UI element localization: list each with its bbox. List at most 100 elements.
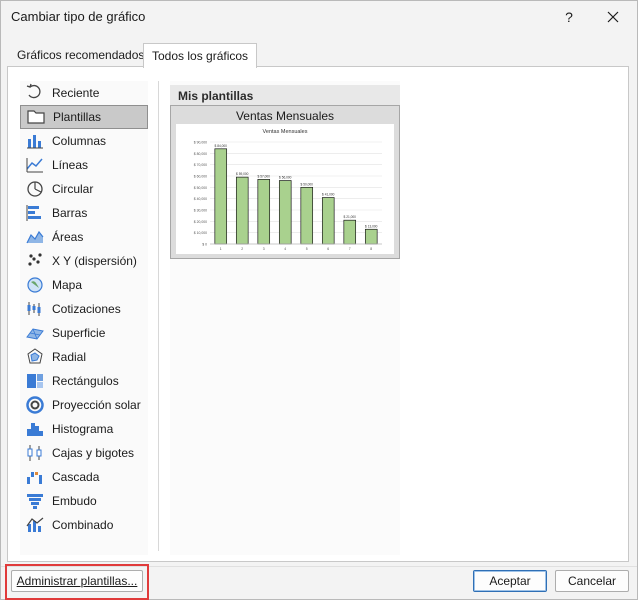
bar [343,219,357,245]
y-tick-label: $ 10,000 [194,231,207,235]
chart-type-label: Líneas [52,158,89,172]
x-tick-label: 7 [349,247,351,251]
chart-type-columnas[interactable]: Columnas [20,129,148,153]
chart-type-reciente[interactable]: Reciente [20,81,148,105]
funnel-chart-icon [24,491,46,511]
chart-type-cotizaciones[interactable]: Cotizaciones [20,297,148,321]
chart-type-label: Circular [52,182,94,196]
y-tick-label: $ 30,000 [194,209,207,213]
close-icon [607,11,619,23]
x-tick-label: 2 [241,247,243,251]
template-gallery: Mis plantillas Ventas Mensuales Ventas M… [170,81,400,555]
stock-chart-icon [24,299,46,319]
x-tick-label: 8 [370,247,372,251]
chart-type-proyeccion-solar[interactable]: Proyección solar [20,393,148,417]
y-tick-label: $ 60,000 [194,175,207,179]
tab-all-charts[interactable]: Todos los gráficos [143,43,258,68]
data-label: $ 84,000 [215,144,228,148]
chart-type-histograma[interactable]: Histograma [20,417,148,441]
tab-strip: Gráficos recomendados Todos los gráficos [7,43,629,68]
chart-type-label: Columnas [52,134,107,148]
recent-icon [24,83,46,103]
chart-type-plantillas[interactable]: Plantillas [20,105,148,129]
chart-type-label: Superficie [52,326,106,340]
data-label: $ 21,000 [344,215,357,219]
y-tick-label: $ 80,000 [194,152,207,156]
y-tick-label: $ 50,000 [194,186,207,190]
area-chart-icon [24,227,46,247]
chart-type-cascada[interactable]: Cascada [20,465,148,489]
chart-type-list: Reciente Plantillas Columnas Líneas Circular… [20,81,148,555]
chart-type-label: Cajas y bigotes [52,446,135,460]
chart-type-label: Áreas [52,230,84,244]
bar [278,180,292,245]
preview-chart-svg: Ventas Mensuales $ 0 $ 10,000 $ 20,000 $ 30… [194,129,382,251]
sunburst-chart-icon [24,395,46,415]
chart-type-barras[interactable]: Barras [20,201,148,225]
chart-type-label: Embudo [52,494,97,508]
chart-type-label: Cotizaciones [52,302,121,316]
combo-chart-icon [24,515,46,535]
chart-type-label: Histograma [52,422,114,436]
map-chart-icon [24,275,46,295]
bar [235,176,249,245]
dialog-title: Cambiar tipo de gráfico [11,9,146,24]
radar-chart-icon [24,347,46,367]
column-chart-icon [24,131,46,151]
chart-type-circular[interactable]: Circular [20,177,148,201]
y-tick-label: $ 70,000 [194,163,207,167]
bar [300,186,314,245]
histogram-chart-icon [24,419,46,439]
x-tick-label: 3 [263,247,265,251]
section-title-my-templates: Mis plantillas [170,85,400,107]
chart-type-lineas[interactable]: Líneas [20,153,148,177]
treemap-chart-icon [24,371,46,391]
bar [321,197,335,245]
divider [158,81,159,551]
title-bar: Cambiar tipo de gráfico ? [1,1,637,33]
chart-type-embudo[interactable]: Embudo [20,489,148,513]
chart-type-label: X Y (dispersión) [52,254,137,268]
template-thumbnail[interactable]: Ventas Mensuales Ventas Mensuales $ 0 $ 1… [170,105,400,259]
bar [214,148,228,245]
surface-chart-icon [24,323,46,343]
data-label: $ 41,000 [322,193,335,197]
x-tick-label: 4 [284,247,286,251]
tab-recommended-charts[interactable]: Gráficos recomendados [9,43,152,67]
templates-folder-icon [25,107,47,127]
pie-chart-icon [24,179,46,199]
help-icon: ? [565,9,573,25]
manage-templates-button[interactable]: Administrar plantillas... [11,570,143,592]
chart-type-cajas-y-bigotes[interactable]: Cajas y bigotes [20,441,148,465]
cancel-button[interactable]: Cancelar [555,570,629,592]
waterfall-chart-icon [24,467,46,487]
scatter-chart-icon [24,251,46,271]
chart-type-label: Plantillas [53,110,102,124]
manage-templates-label: Administrar plantillas... [16,574,138,588]
y-tick-label: $ 20,000 [194,220,207,224]
chart-type-superficie[interactable]: Superficie [20,321,148,345]
change-chart-type-dialog: Cambiar tipo de gráfico ? Gráficos recom… [0,0,638,600]
chart-type-label: Proyección solar [52,398,141,412]
preview-chart-title: Ventas Mensuales [263,129,308,135]
chart-type-label: Radial [52,350,87,364]
chart-type-radial[interactable]: Radial [20,345,148,369]
template-name: Ventas Mensuales [235,109,335,123]
chart-type-combinado[interactable]: Combinado [20,513,148,537]
footer-divider [1,566,637,567]
y-tick-label: $ 90,000 [194,141,207,145]
x-tick-label: 6 [327,247,329,251]
chart-type-mapa[interactable]: Mapa [20,273,148,297]
help-button[interactable]: ? [549,3,589,31]
bar [257,179,271,245]
y-tick-label: $ 40,000 [194,197,207,201]
data-label: $ 13,000 [365,224,378,228]
chart-type-x-y-dispersion[interactable]: X Y (dispersión) [20,249,148,273]
chart-type-rectangulos[interactable]: Rectángulos [20,369,148,393]
data-label: $ 59,000 [236,172,249,176]
template-preview-chart: Ventas Mensuales $ 0 $ 10,000 $ 20,000 $ 30… [176,124,394,254]
box-whisker-chart-icon [24,443,46,463]
chart-type-areas[interactable]: Áreas [20,225,148,249]
ok-button[interactable]: Aceptar [473,570,547,592]
close-button[interactable] [593,3,633,31]
